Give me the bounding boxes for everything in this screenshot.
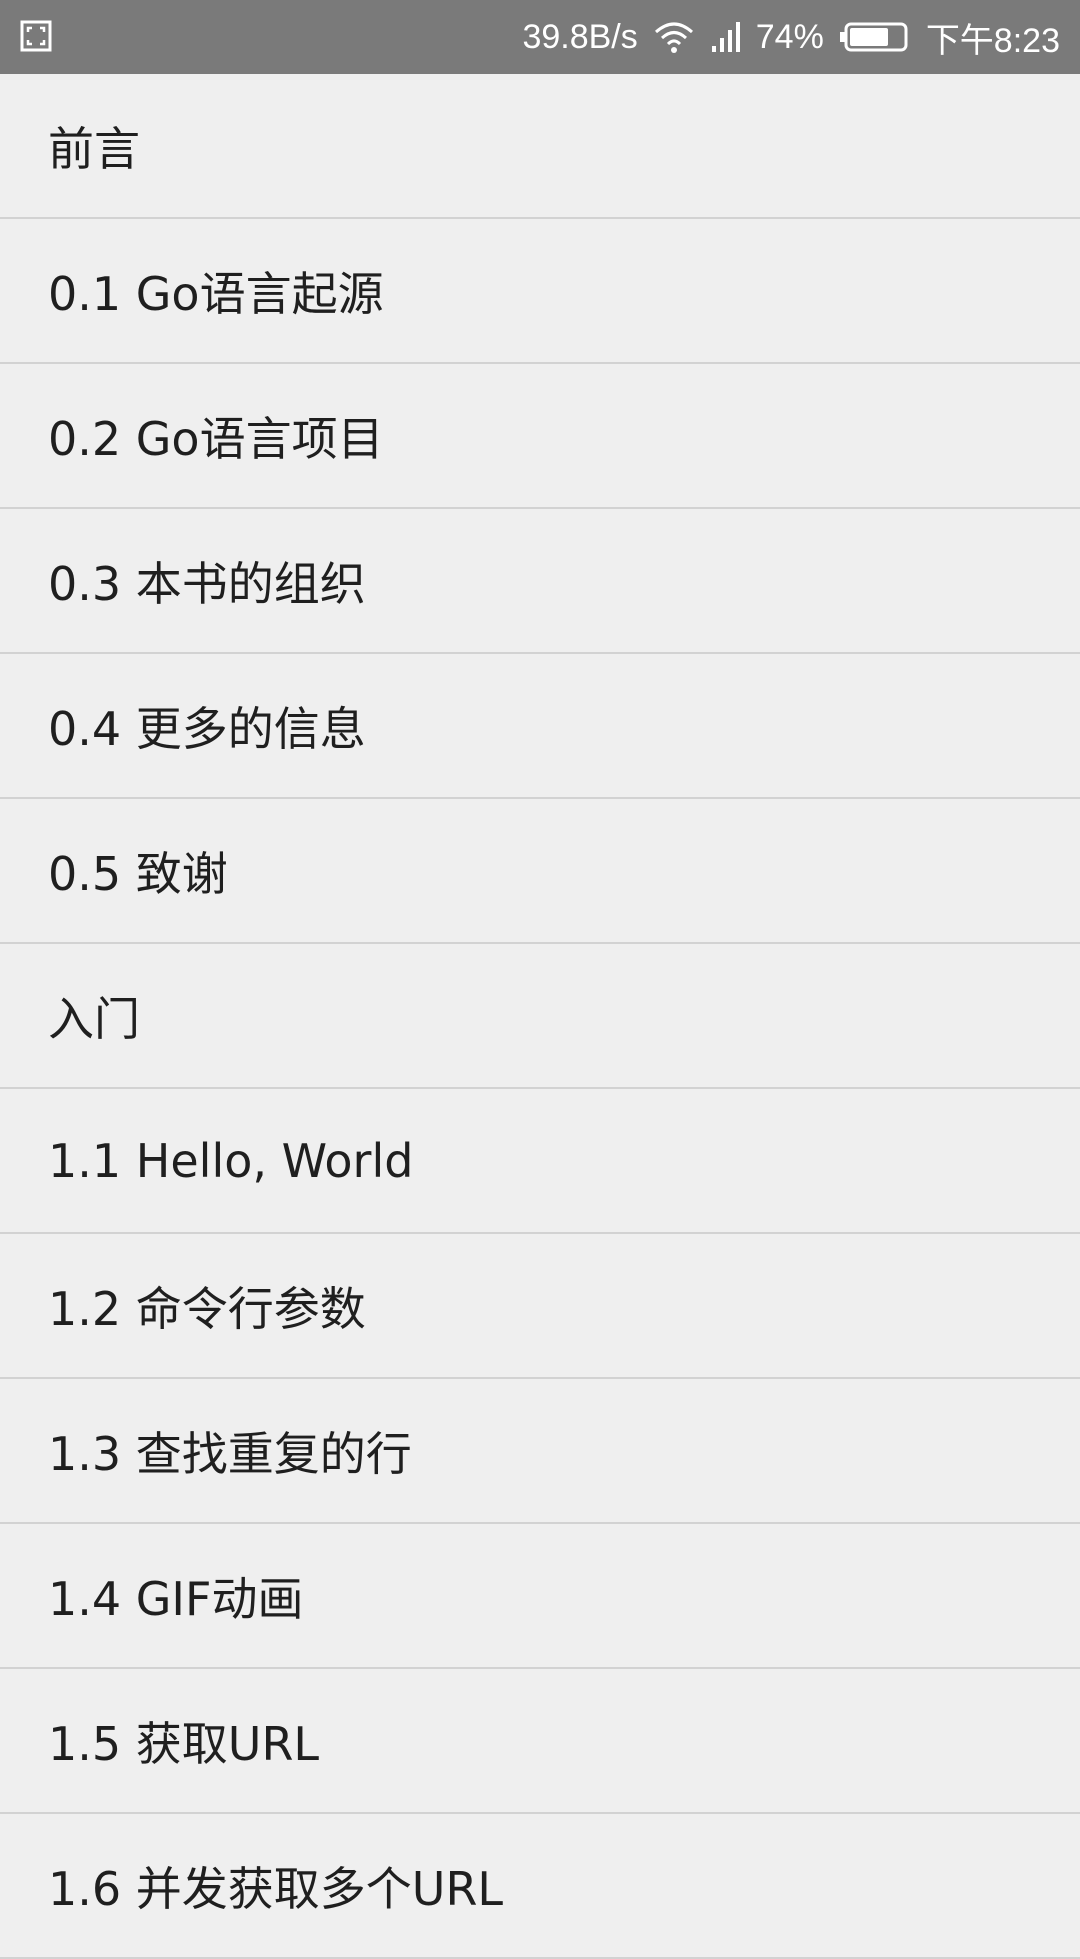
toc-item-label: 1.4 GIF动画 [48,1571,304,1626]
toc-item-label: 0.4 更多的信息 [48,701,366,756]
toc-item-1-4[interactable]: 1.4 GIF动画 [0,1524,1080,1669]
toc-item-label: 0.1 Go语言起源 [48,266,384,321]
clock-time: 下午8:23 [925,21,1060,60]
toc-item-label: 1.2 命令行参数 [48,1281,366,1336]
battery-icon [839,20,910,54]
toc-item-preface[interactable]: 前言 [0,74,1080,219]
toc-item-label: 0.2 Go语言项目 [48,411,384,466]
toc-item-1-5[interactable]: 1.5 获取URL [0,1669,1080,1814]
toc-item-label: 0.3 本书的组织 [48,556,366,611]
toc-item-0-2[interactable]: 0.2 Go语言项目 [0,364,1080,509]
battery-percent: 74% [755,17,824,56]
toc-item-1-6[interactable]: 1.6 并发获取多个URL [0,1814,1080,1959]
toc-item-0-3[interactable]: 0.3 本书的组织 [0,509,1080,654]
toc-item-label: 0.5 致谢 [48,846,228,901]
toc-item-0-5[interactable]: 0.5 致谢 [0,799,1080,944]
status-indicators: 39.8B/s 74% 下午8:23 [522,0,1060,74]
toc-item-1-1[interactable]: 1.1 Hello, World [0,1089,1080,1234]
toc-item-label: 入门 [48,991,140,1046]
toc-item-1-2[interactable]: 1.2 命令行参数 [0,1234,1080,1379]
network-speed: 39.8B/s [522,17,638,56]
toc-item-0-1[interactable]: 0.1 Go语言起源 [0,219,1080,364]
wifi-icon [654,20,694,54]
signal-icon [710,20,740,54]
toc-item-label: 1.6 并发获取多个URL [48,1861,504,1916]
toc-item-label: 前言 [48,121,140,176]
toc-item-label: 1.1 Hello, World [48,1133,414,1188]
screenshot-frame-icon [20,20,52,52]
toc-item-0-4[interactable]: 0.4 更多的信息 [0,654,1080,799]
toc-item-1-3[interactable]: 1.3 查找重复的行 [0,1379,1080,1524]
toc-item-label: 1.3 查找重复的行 [48,1426,412,1481]
status-bar: 39.8B/s 74% 下午8:23 [0,0,1080,74]
toc-item-intro[interactable]: 入门 [0,944,1080,1089]
table-of-contents-list: 前言 0.1 Go语言起源 0.2 Go语言项目 0.3 本书的组织 0.4 更… [0,74,1080,1959]
toc-item-label: 1.5 获取URL [48,1716,320,1771]
